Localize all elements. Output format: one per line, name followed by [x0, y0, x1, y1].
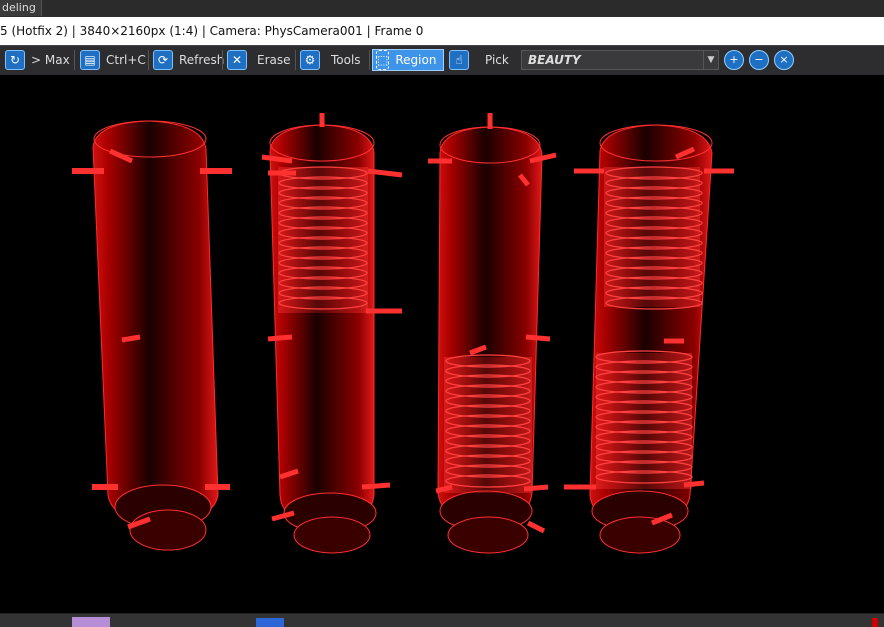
render-info-title: 5 (Hotfix 2) | 3840×2160px (1:4) | Camer… [0, 17, 884, 45]
reload-icon: ↻ [5, 50, 25, 70]
region-button[interactable]: ⬚ Region [372, 49, 444, 71]
refresh-button[interactable]: ⟳ Refresh [150, 49, 232, 71]
max-label: > Max [31, 53, 70, 67]
top-menu-strip: deling [0, 0, 884, 17]
gear-icon: ⚙ [300, 50, 320, 70]
hand-pointer-icon: ☝ [449, 50, 469, 70]
tank-3 [428, 113, 557, 554]
region-select-icon: ⬚ [376, 50, 390, 70]
tank-4 [564, 124, 734, 554]
render-channel-dropdown[interactable]: BEAUTY ▼ [521, 50, 719, 70]
erase-button[interactable]: ✕ Erase [224, 49, 299, 71]
toolbar-separator [74, 50, 75, 70]
zoom-in-icon[interactable]: + [724, 50, 744, 70]
toolbar-separator [295, 50, 296, 70]
copy-label: Ctrl+C [106, 53, 146, 67]
copy-icon: ▤ [80, 50, 100, 70]
tools-button[interactable]: ⚙ Tools [297, 49, 369, 71]
refresh-label: Refresh [179, 53, 225, 67]
pick-button[interactable]: ☝ Pick [446, 49, 517, 71]
pick-label: Pick [485, 53, 509, 67]
zoom-out-icon[interactable]: − [749, 50, 769, 70]
toolbar-separator [148, 50, 149, 70]
tank-1 [72, 120, 232, 551]
chevron-down-icon: ▼ [703, 51, 718, 69]
tools-label: Tools [331, 53, 361, 67]
max-button[interactable]: ↻ > Max [2, 49, 78, 71]
erase-label: Erase [257, 53, 291, 67]
tank-wireframe-render [72, 113, 734, 554]
frame-buffer-toolbar: ↻ > Max ▤ Ctrl+C ⟳ Refresh ✕ Erase ⚙ Too… [0, 45, 884, 76]
erase-x-icon: ✕ [227, 50, 247, 70]
menu-tab[interactable]: deling [0, 0, 42, 16]
render-channel-value: BEAUTY [528, 53, 581, 67]
copy-button[interactable]: ▤ Ctrl+C [77, 49, 154, 71]
render-viewport[interactable] [0, 75, 884, 613]
toolbar-separator [369, 50, 370, 70]
timeline-strip[interactable] [0, 613, 884, 627]
region-label: Region [395, 53, 437, 67]
refresh-icon: ⟳ [153, 50, 173, 70]
tank-2 [261, 113, 403, 554]
toolbar-separator [222, 50, 223, 70]
zoom-fit-icon[interactable]: × [774, 50, 794, 70]
